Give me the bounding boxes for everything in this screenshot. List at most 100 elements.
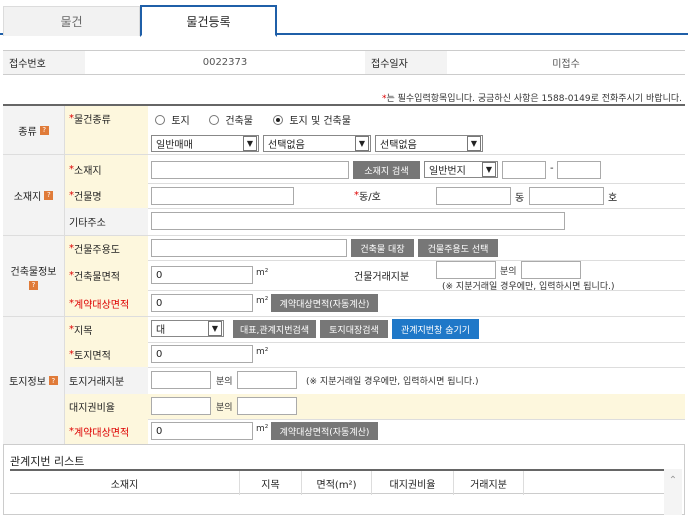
radio-building[interactable]: 건축물 bbox=[209, 112, 253, 127]
representative-lot-search-button[interactable]: 대표,관계지번검색 bbox=[233, 320, 316, 338]
land-ledger-search-button[interactable]: 토지대장검색 bbox=[320, 320, 388, 338]
other-address-label: 기타주소 bbox=[65, 208, 148, 235]
address-input[interactable] bbox=[151, 161, 349, 179]
building-area-input[interactable]: 0 bbox=[151, 266, 253, 284]
lot-type-select[interactable]: 일반번지 ▼ bbox=[424, 161, 498, 178]
main-use-label: * 건물주용도 bbox=[65, 236, 148, 260]
tab-property[interactable]: 물건 bbox=[3, 6, 140, 36]
land-contract-area-input[interactable]: 0 bbox=[151, 422, 253, 440]
section-building: 건축물정보? bbox=[3, 236, 65, 316]
help-icon[interactable]: ? bbox=[44, 190, 54, 200]
trade-type-select[interactable]: 일반매매 ▼ bbox=[151, 135, 259, 152]
section-kind: 종류? bbox=[3, 106, 65, 154]
required-notice: *는 필수입력항목입니다. 궁금하신 사항은 1588-0149로 전화주시기 … bbox=[382, 91, 682, 104]
related-lots-header: 소재지 지목 면적(m²) 대지권비율 거래지분 bbox=[10, 469, 664, 495]
main-use-label-text: 건물주용도 bbox=[74, 244, 120, 256]
kind-label: * 물건종류 bbox=[65, 106, 148, 130]
jimok-select[interactable]: 대 ▼ bbox=[151, 320, 224, 337]
notice-text: 는 필수입력항목입니다. 궁금하신 사항은 1588-0149로 전화주시기 바… bbox=[386, 94, 682, 104]
subtype-2-value: 선택없음 bbox=[380, 140, 417, 151]
hide-related-lots-button[interactable]: 관계지번창 숨기기 bbox=[392, 319, 479, 339]
divider bbox=[65, 367, 685, 368]
help-icon[interactable]: ? bbox=[29, 280, 38, 290]
building-contract-area-input[interactable]: 0 bbox=[151, 294, 253, 312]
section-land: 토지정보? bbox=[3, 317, 65, 444]
chevron-down-icon[interactable]: ▼ bbox=[208, 321, 222, 336]
land-share-numerator[interactable] bbox=[237, 371, 297, 389]
building-share-denominator[interactable] bbox=[436, 261, 496, 279]
kind-label-sub bbox=[65, 130, 148, 154]
share-note: (※ 지분거래일 경우에만, 입력하시면 됩니다.) bbox=[306, 377, 479, 387]
dong-unit: 동 bbox=[515, 193, 525, 204]
chevron-down-icon[interactable]: ▼ bbox=[482, 162, 496, 177]
tab-property-register[interactable]: 물건등록 bbox=[140, 5, 277, 37]
receipt-date-label: 접수일자 bbox=[365, 51, 447, 74]
radio-building-circle[interactable] bbox=[209, 114, 219, 125]
land-area-input[interactable]: 0 bbox=[151, 345, 253, 363]
building-name-label-text: 건물명 bbox=[74, 192, 102, 203]
chevron-down-icon[interactable]: ▼ bbox=[243, 136, 257, 151]
scroll-up-icon[interactable]: ⌃ bbox=[664, 469, 682, 515]
divider bbox=[65, 342, 685, 343]
col-address: 소재지 bbox=[10, 471, 240, 495]
section-building-label: 건축물정보 bbox=[10, 266, 57, 278]
subtype-select-2[interactable]: 선택없음 ▼ bbox=[375, 135, 483, 152]
main-use-input[interactable] bbox=[151, 239, 347, 257]
radio-land-circle[interactable] bbox=[155, 114, 165, 125]
building-auto-calc-button[interactable]: 계약대상면적(자동계산) bbox=[271, 294, 378, 312]
building-share-numerator[interactable] bbox=[521, 261, 581, 279]
land-auto-calc-button[interactable]: 계약대상면적(자동계산) bbox=[271, 422, 378, 440]
land-right-denominator[interactable] bbox=[151, 397, 211, 415]
col-area: 면적(m²) bbox=[302, 471, 372, 495]
radio-land[interactable]: 토지 bbox=[155, 112, 190, 127]
help-icon[interactable]: ? bbox=[39, 125, 49, 135]
col-jimok: 지목 bbox=[240, 471, 302, 495]
ho-unit: 호 bbox=[608, 193, 618, 204]
land-contract-area-label: * 계약대상면적 bbox=[65, 419, 148, 444]
receipt-date-value: 미접수 bbox=[552, 59, 580, 70]
ratio-of-text: 분의 bbox=[216, 403, 233, 413]
chevron-down-icon[interactable]: ▼ bbox=[467, 136, 481, 151]
chevron-down-icon[interactable]: ▼ bbox=[355, 136, 369, 151]
radio-land-label: 토지 bbox=[171, 116, 190, 127]
dong-input[interactable] bbox=[436, 187, 511, 205]
jimok-value: 대 bbox=[156, 325, 166, 336]
subtype-1-value: 선택없음 bbox=[268, 140, 305, 151]
radio-land-and-building-label: 토지 및 건축물 bbox=[289, 116, 351, 127]
section-location-label: 소재지 bbox=[13, 191, 42, 203]
area-unit: m² bbox=[256, 296, 269, 306]
building-name-label: * 건물명 bbox=[65, 183, 148, 208]
divider bbox=[65, 290, 685, 291]
section-land-label: 토지정보 bbox=[9, 377, 46, 388]
radio-land-and-building-circle[interactable] bbox=[273, 114, 283, 125]
help-icon[interactable]: ? bbox=[48, 376, 58, 385]
building-ledger-button[interactable]: 건축물 대장 bbox=[351, 239, 414, 257]
land-share-denominator[interactable] bbox=[151, 371, 211, 389]
jimok-label: * 지목 bbox=[65, 317, 148, 342]
other-address-input[interactable] bbox=[151, 212, 565, 230]
building-name-input[interactable] bbox=[151, 187, 294, 205]
lot-main-input[interactable] bbox=[502, 161, 546, 179]
col-land-right-ratio: 대지권비율 bbox=[372, 471, 454, 495]
kind-label-text: 물건종류 bbox=[74, 114, 111, 126]
land-area-label: * 토지면적 bbox=[65, 342, 148, 367]
related-lots-title: 관계지번 리스트 bbox=[10, 455, 85, 468]
land-right-numerator[interactable] bbox=[237, 397, 297, 415]
land-share-label: 토지거래지분 bbox=[65, 367, 148, 394]
area-unit: m² bbox=[256, 424, 269, 434]
divider bbox=[65, 419, 685, 420]
building-contract-area-label-text: 계약대상면적 bbox=[74, 299, 130, 311]
section-kind-label: 종류 bbox=[18, 126, 37, 138]
radio-land-and-building[interactable]: 토지 및 건축물 bbox=[273, 112, 351, 127]
receipt-no-label: 접수번호 bbox=[3, 51, 85, 74]
subtype-select-1[interactable]: 선택없음 ▼ bbox=[263, 135, 371, 152]
divider bbox=[65, 208, 685, 209]
dong-ho-label-text: 동/호 bbox=[359, 192, 381, 203]
building-contract-area-label: * 계약대상면적 bbox=[65, 290, 148, 316]
area-unit: m² bbox=[256, 268, 269, 278]
address-search-button[interactable]: 소재지 검색 bbox=[353, 161, 420, 179]
main-use-select-button[interactable]: 건물주용도 선택 bbox=[418, 239, 498, 257]
ho-input[interactable] bbox=[529, 187, 604, 205]
address-label: * 소재지 bbox=[65, 155, 148, 183]
lot-sub-input[interactable] bbox=[557, 161, 601, 179]
